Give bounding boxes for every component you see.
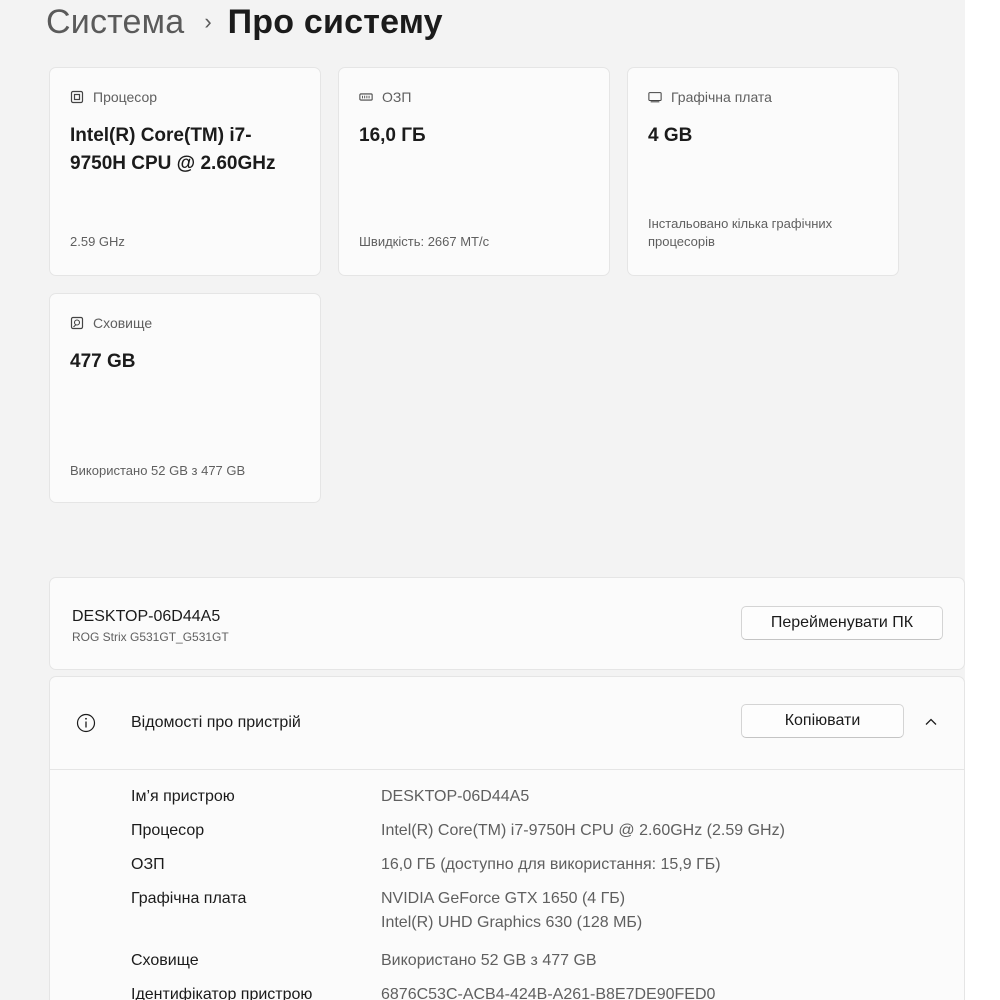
spec-label: Сховище [131,952,199,969]
device-info-title: Відомості про пристрій [131,714,301,731]
device-name-panel: DESKTOP-06D44A5 ROG Strix G531GT_G531GT … [49,577,965,670]
ram-card-value: 16,0 ГБ [359,125,426,146]
ram-card-label: ОЗП [382,89,412,105]
gpu-icon [648,90,662,104]
gpu-card-header: Графічна плата [648,89,772,105]
storage-icon [70,316,84,330]
device-info-panel: Відомості про пристрій Копіювати Ім’я пр… [49,676,965,1000]
device-name: DESKTOP-06D44A5 [72,608,221,625]
breadcrumb-separator-icon: › [204,9,212,34]
cpu-icon [70,90,84,104]
gpu-card: Графічна плата 4 GB Інстальовано кілька … [627,67,899,276]
ram-card: ОЗП 16,0 ГБ Швидкість: 2667 MT/с [338,67,610,276]
device-info-header[interactable]: Відомості про пристрій Копіювати [50,677,964,769]
spec-value: 16,0 ГБ (доступно для використання: 15,9… [381,856,721,873]
chevron-up-icon[interactable] [923,715,939,729]
ram-icon [359,90,373,104]
divider [50,769,964,770]
ram-card-header: ОЗП [359,89,411,105]
copy-button[interactable]: Копіювати [741,704,904,738]
spec-value-secondary: Intel(R) UHD Graphics 630 (128 МБ) [381,914,643,931]
cpu-card-speed: 2.59 GHz [70,234,125,249]
storage-card-header: Сховище [70,315,152,331]
spec-value: Використано 52 GB з 477 GB [381,952,597,969]
breadcrumb: Система › Про систему [46,0,443,50]
storage-card: Сховище 477 GB Використано 52 GB з 477 G… [49,293,321,503]
spec-value: NVIDIA GeForce GTX 1650 (4 ГБ) [381,890,626,907]
spec-label: Процесор [131,822,205,839]
storage-card-label: Сховище [93,315,153,331]
info-icon [76,713,96,733]
gpu-card-note: Інстальовано кілька графічних процесорів [648,216,833,249]
spec-label: Ідентифікатор пристрою [131,986,313,1000]
ram-card-speed: Швидкість: 2667 MT/с [359,234,490,249]
spec-label: ОЗП [131,856,165,873]
spec-label: Графічна плата [131,890,247,907]
rename-pc-button[interactable]: Перейменувати ПК [741,606,943,640]
cpu-card-header: Процесор [70,89,157,105]
gpu-card-value: 4 GB [648,125,693,146]
gpu-card-label: Графічна плата [671,89,772,105]
spec-value[interactable]: 6876C53C-ACB4-424B-A261-B8E7DE90FED0 [381,984,715,1000]
cpu-card: Процесор Intel(R) Core(TM) i7-9750H CPU … [49,67,321,276]
storage-card-usage: Використано 52 GB з 477 GB [70,463,246,478]
spec-label: Ім’я пристрою [131,788,235,805]
device-model: ROG Strix G531GT_G531GT [72,630,229,644]
spec-value: DESKTOP-06D44A5 [381,788,530,805]
breadcrumb-parent-link[interactable]: Система [46,3,184,42]
storage-card-value: 477 GB [70,351,136,372]
page-title: Про систему [227,2,443,41]
cpu-card-value: Intel(R) Core(TM) i7-9750H CPU @ 2.60GHz [70,125,276,174]
cpu-card-label: Процесор [93,89,158,105]
spec-value: Intel(R) Core(TM) i7-9750H CPU @ 2.60GHz… [381,822,785,839]
window-right-edge [965,0,1000,1000]
